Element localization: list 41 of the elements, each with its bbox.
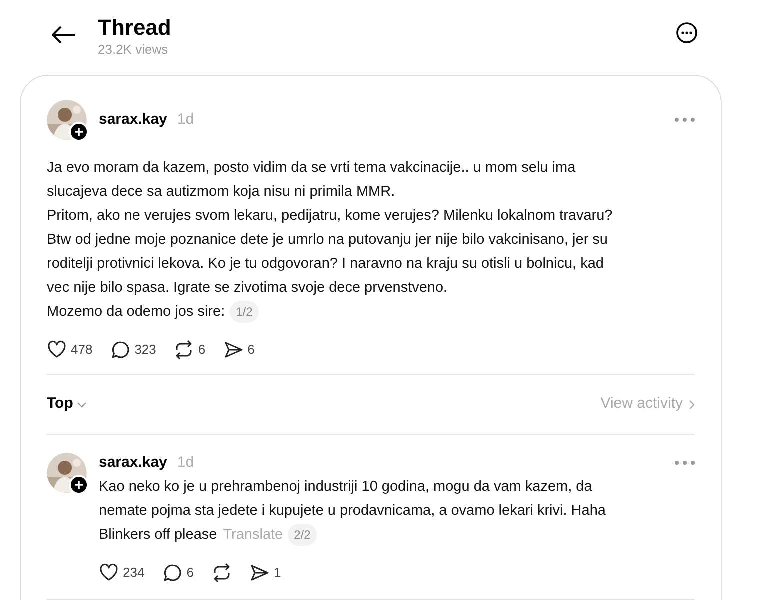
page-title: Thread	[98, 14, 172, 42]
post-time: 1d	[177, 452, 194, 473]
comment-icon	[110, 340, 131, 360]
comment-button[interactable]: 323	[110, 340, 156, 360]
send-button[interactable]: 6	[224, 340, 255, 360]
post-text: Pritom, ako ne verujes svom lekaru, pedijatru, kome verujes? Milenku lokalnom travaru?	[47, 207, 613, 226]
more-icon[interactable]	[676, 22, 698, 44]
chevron-down-icon	[77, 402, 88, 408]
like-icon	[47, 340, 67, 360]
post-text: Kao neko ko je u prehrambenoj industriji 10 godina, mogu da vam kazem, da	[99, 478, 592, 497]
post-text: roditelji protivnici lekova. Ko je tu odgovoran? I naravno na kraju su otisli u bolnicu, kad	[47, 255, 604, 274]
post-text: Blinkers off please	[99, 526, 218, 545]
username[interactable]: sarax.kay	[99, 108, 168, 132]
repost-icon	[212, 563, 232, 583]
like-button[interactable]: 234	[99, 563, 145, 583]
follow-icon[interactable]	[69, 122, 89, 142]
page-counter: 1/2	[230, 301, 259, 323]
sort-dropdown[interactable]: Top	[47, 393, 88, 416]
post-text: Ja evo moram da kazem, posto vidim da se vrti tema vakcinacije.. u mom selu ima	[47, 159, 576, 178]
send-icon	[250, 563, 270, 583]
chevron-right-icon	[689, 400, 695, 410]
repost-button[interactable]	[212, 563, 232, 583]
post-text: nemate pojma sta jedete i kupujete u prodavnicama, a ovamo lekari krivi. Haha	[99, 502, 606, 521]
comment-icon	[162, 563, 183, 583]
comment-button[interactable]: 6	[162, 563, 194, 583]
repost-button[interactable]: 6	[174, 340, 206, 360]
send-icon	[224, 340, 244, 360]
post-time: 1d	[177, 110, 194, 130]
send-button[interactable]: 1	[250, 563, 282, 583]
like-icon	[99, 563, 119, 583]
page-counter: 2/2	[288, 524, 317, 546]
post-text: Mozemo da odemo jos sire:	[47, 303, 226, 322]
post-text: Btw od jedne moje poznanice dete je umrlo na putovanju jer nije bilo vakcinisano, jer su	[47, 231, 608, 250]
follow-icon[interactable]	[69, 475, 89, 495]
post-text: slucajeva dece sa autizmom koja nisu ni primila MMR.	[47, 183, 396, 202]
post-text: vec nije bilo spasa. Igrate se zivotima svoje dece prvenstveno.	[47, 279, 448, 298]
view-count: 23.2K views	[98, 42, 170, 58]
username[interactable]: sarax.kay	[99, 452, 168, 474]
back-icon[interactable]	[52, 26, 76, 44]
like-button[interactable]: 478	[47, 340, 93, 360]
repost-icon	[174, 340, 194, 360]
